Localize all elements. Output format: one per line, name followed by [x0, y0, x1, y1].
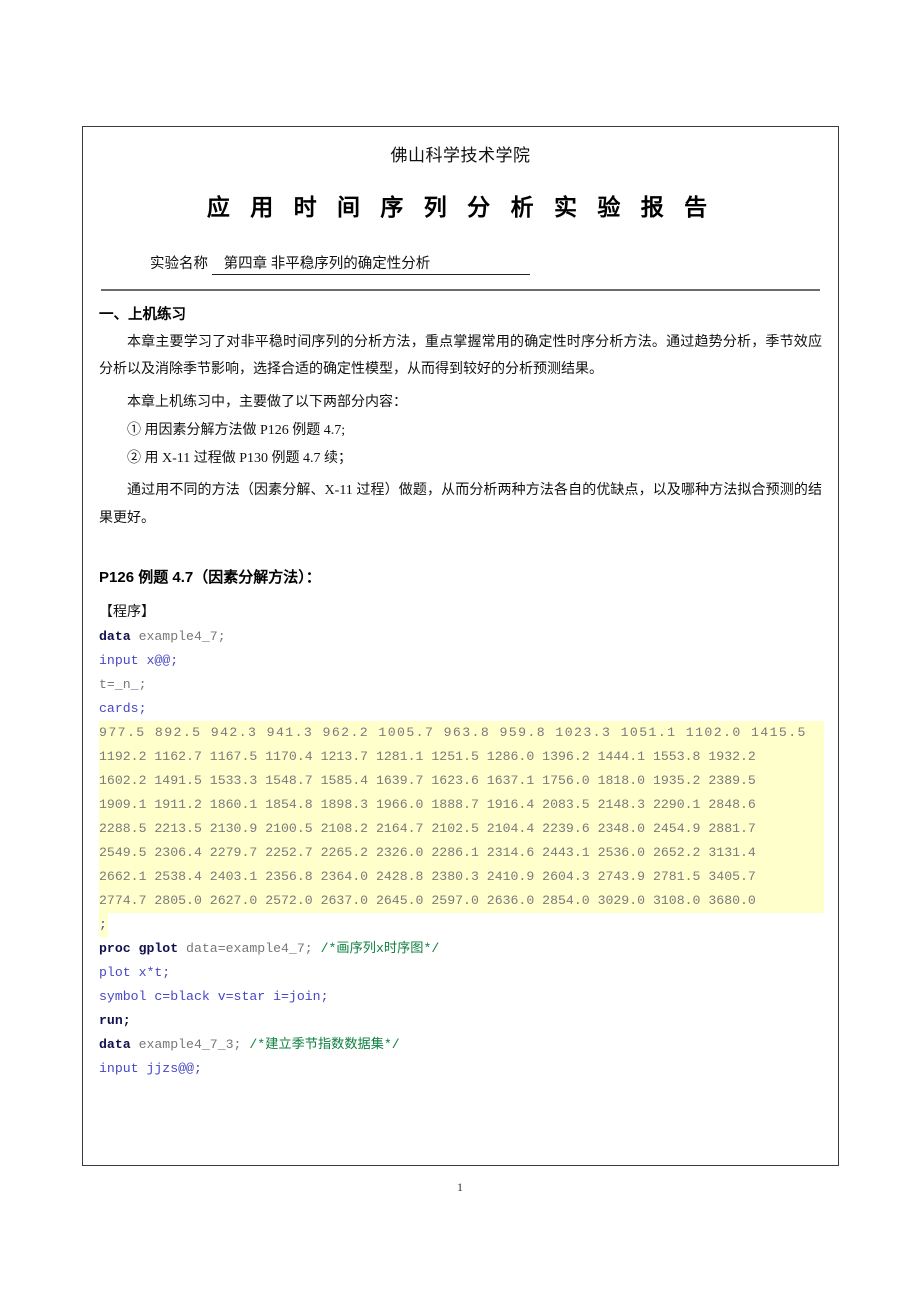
code-line-7: symbol c=black v=star i=join; — [99, 989, 329, 1005]
experiment-name-value: 第四章 非平稳序列的确定性分析 — [211, 252, 530, 275]
code-comment-season-index: /*建立季节指数数据集*/ — [249, 1037, 400, 1053]
code-line-10: input jjzs@@; — [99, 1061, 202, 1077]
data-row: 1192.2 1162.7 1167.5 1170.4 1213.7 1281.… — [99, 745, 824, 770]
paragraph-overview: 本章主要学习了对非平稳时间序列的分析方法，重点掌握常用的确定性时序分析方法。通过… — [99, 335, 822, 378]
page-content: 佛山科学技术学院 应 用 时 间 序 列 分 析 实 验 报 告 实验名称 第四… — [83, 127, 838, 1165]
paragraph-comparison: 通过用不同的方法（因素分解、X-11 过程）做题，从而分析两种方法各自的优缺点，… — [99, 483, 822, 526]
keyword-cards: cards — [99, 701, 139, 717]
list-item-2: ② 用 X-11 过程做 P130 例题 4.7 续； — [127, 451, 353, 467]
experiment-name-label: 实验名称 — [150, 256, 208, 272]
section-heading-practice: 一、上机练习 — [99, 307, 186, 323]
program-label: 【程序】 — [99, 605, 155, 621]
code-line-symbol: symbol c=black v=star i=join; — [99, 985, 824, 1009]
code-line-input: input x@@; — [99, 649, 824, 673]
code-line-5-rest: data=example4_7; — [178, 941, 321, 957]
code-line-8-rest: ; — [122, 1013, 131, 1029]
code-line-data-statement: data example4_7; — [99, 625, 824, 649]
code-line-cards: cards; — [99, 697, 824, 721]
code-line-input-jjzs: input jjzs@@; — [99, 1057, 824, 1081]
code-line-proc-gplot: proc gplot data=example4_7; /*画序列x时序图*/ — [99, 937, 824, 961]
keyword-proc-gplot: proc gplot — [99, 941, 179, 957]
data-row: 2774.7 2805.0 2627.0 2572.0 2637.0 2645.… — [99, 889, 824, 914]
experiment-name-line: 实验名称 第四章 非平稳序列的确定性分析 — [150, 252, 824, 275]
keyword-data: data — [99, 629, 131, 645]
code-line-1-rest: example4_7; — [130, 629, 226, 645]
data-row: 1909.1 1911.2 1860.1 1854.8 1898.3 1966.… — [99, 793, 824, 818]
code-line-plot: plot x*t; — [99, 961, 824, 985]
paragraph-contents-intro: 本章上机练习中，主要做了以下两部分内容： — [127, 394, 407, 410]
data-row: 2288.5 2213.5 2130.9 2100.5 2108.2 2164.… — [99, 817, 824, 842]
page-number: 1 — [457, 1180, 463, 1194]
report-title: 应 用 时 间 序 列 分 析 实 验 报 告 — [206, 194, 715, 220]
document-page: 佛山科学技术学院 应 用 时 间 序 列 分 析 实 验 报 告 实验名称 第四… — [82, 126, 839, 1166]
sas-code-block: data example4_7; input x@@; t=_n_; cards… — [99, 625, 824, 1081]
subsection-heading-p126: P126 例题 4.7（因素分解方法）： — [99, 569, 321, 587]
header-divider — [101, 289, 820, 291]
keyword-run: run — [99, 1013, 123, 1029]
data-terminator: ; — [99, 913, 108, 938]
code-line-4-rest: ; — [138, 701, 147, 717]
code-line-run: run; — [99, 1009, 824, 1033]
data-row: 2662.1 2538.4 2403.1 2356.8 2364.0 2428.… — [99, 865, 824, 890]
code-line-2: input x@@; — [99, 653, 179, 669]
code-line-9-rest: example4_7_3; — [130, 1037, 250, 1053]
keyword-data-2: data — [99, 1037, 131, 1053]
list-item-1: ① 用因素分解方法做 P126 例题 4.7; — [127, 422, 346, 438]
data-row: 977.5 892.5 942.3 941.3 962.2 1005.7 963… — [99, 721, 824, 746]
school-name: 佛山科学技术学院 — [390, 146, 531, 165]
code-line-data-jjzs: data example4_7_3; /*建立季节指数数据集*/ — [99, 1033, 824, 1057]
data-row: 1602.2 1491.5 1533.3 1548.7 1585.4 1639.… — [99, 769, 824, 794]
code-line-3: t=_n_; — [99, 677, 147, 693]
code-line-6: plot x*t; — [99, 965, 171, 981]
code-comment-plot: /*画序列x时序图*/ — [320, 941, 440, 957]
data-row: 2549.5 2306.4 2279.7 2252.7 2265.2 2326.… — [99, 841, 824, 866]
code-line-t-assign: t=_n_; — [99, 673, 824, 697]
